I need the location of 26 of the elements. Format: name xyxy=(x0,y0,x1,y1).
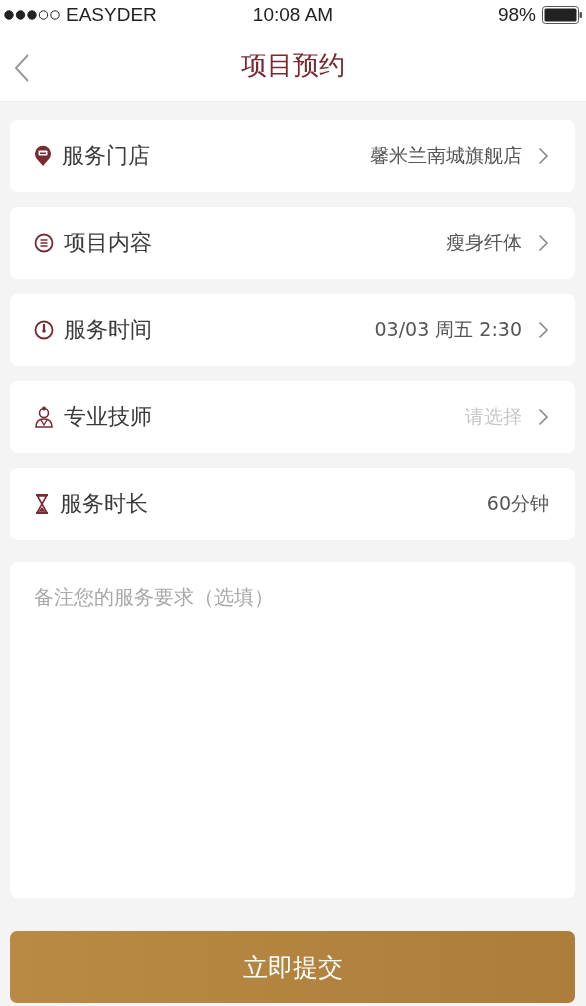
row-label: 服务门店 xyxy=(62,142,151,170)
battery-percent: 98% xyxy=(497,4,536,26)
notes-field[interactable]: 备注您的服务要求（选填） xyxy=(10,562,575,898)
form-row[interactable]: 服务门店 馨米兰南城旗舰店 xyxy=(10,120,575,192)
row-value: 60分钟 xyxy=(486,491,549,516)
clock-icon xyxy=(34,320,54,340)
row-value: 馨米兰南城旗舰店 xyxy=(370,143,522,168)
status-time: 10:08 AM xyxy=(252,4,334,26)
page-title: 项目预约 xyxy=(241,49,345,82)
row-label: 专业技师 xyxy=(64,403,153,431)
form-row[interactable]: 项目内容 瘦身纤体 xyxy=(10,207,575,279)
person-icon xyxy=(34,406,54,428)
row-label: 服务时长 xyxy=(60,490,149,518)
row-label: 服务时间 xyxy=(64,316,153,344)
chevron-left-icon xyxy=(14,54,30,82)
carrier-name: EASYDER xyxy=(66,4,157,26)
battery-icon xyxy=(542,6,582,24)
row-value: 03/03 周五 2:30 xyxy=(374,317,522,342)
hourglass-icon xyxy=(34,494,50,514)
row-label: 项目内容 xyxy=(64,229,153,257)
location-pin-icon xyxy=(34,145,52,167)
list-icon xyxy=(34,233,54,253)
row-value: 瘦身纤体 xyxy=(446,230,522,255)
form-row[interactable]: 服务时间 03/03 周五 2:30 xyxy=(10,294,575,366)
signal-icon xyxy=(4,10,60,20)
form-row[interactable]: 服务时长 60分钟 xyxy=(10,468,575,540)
